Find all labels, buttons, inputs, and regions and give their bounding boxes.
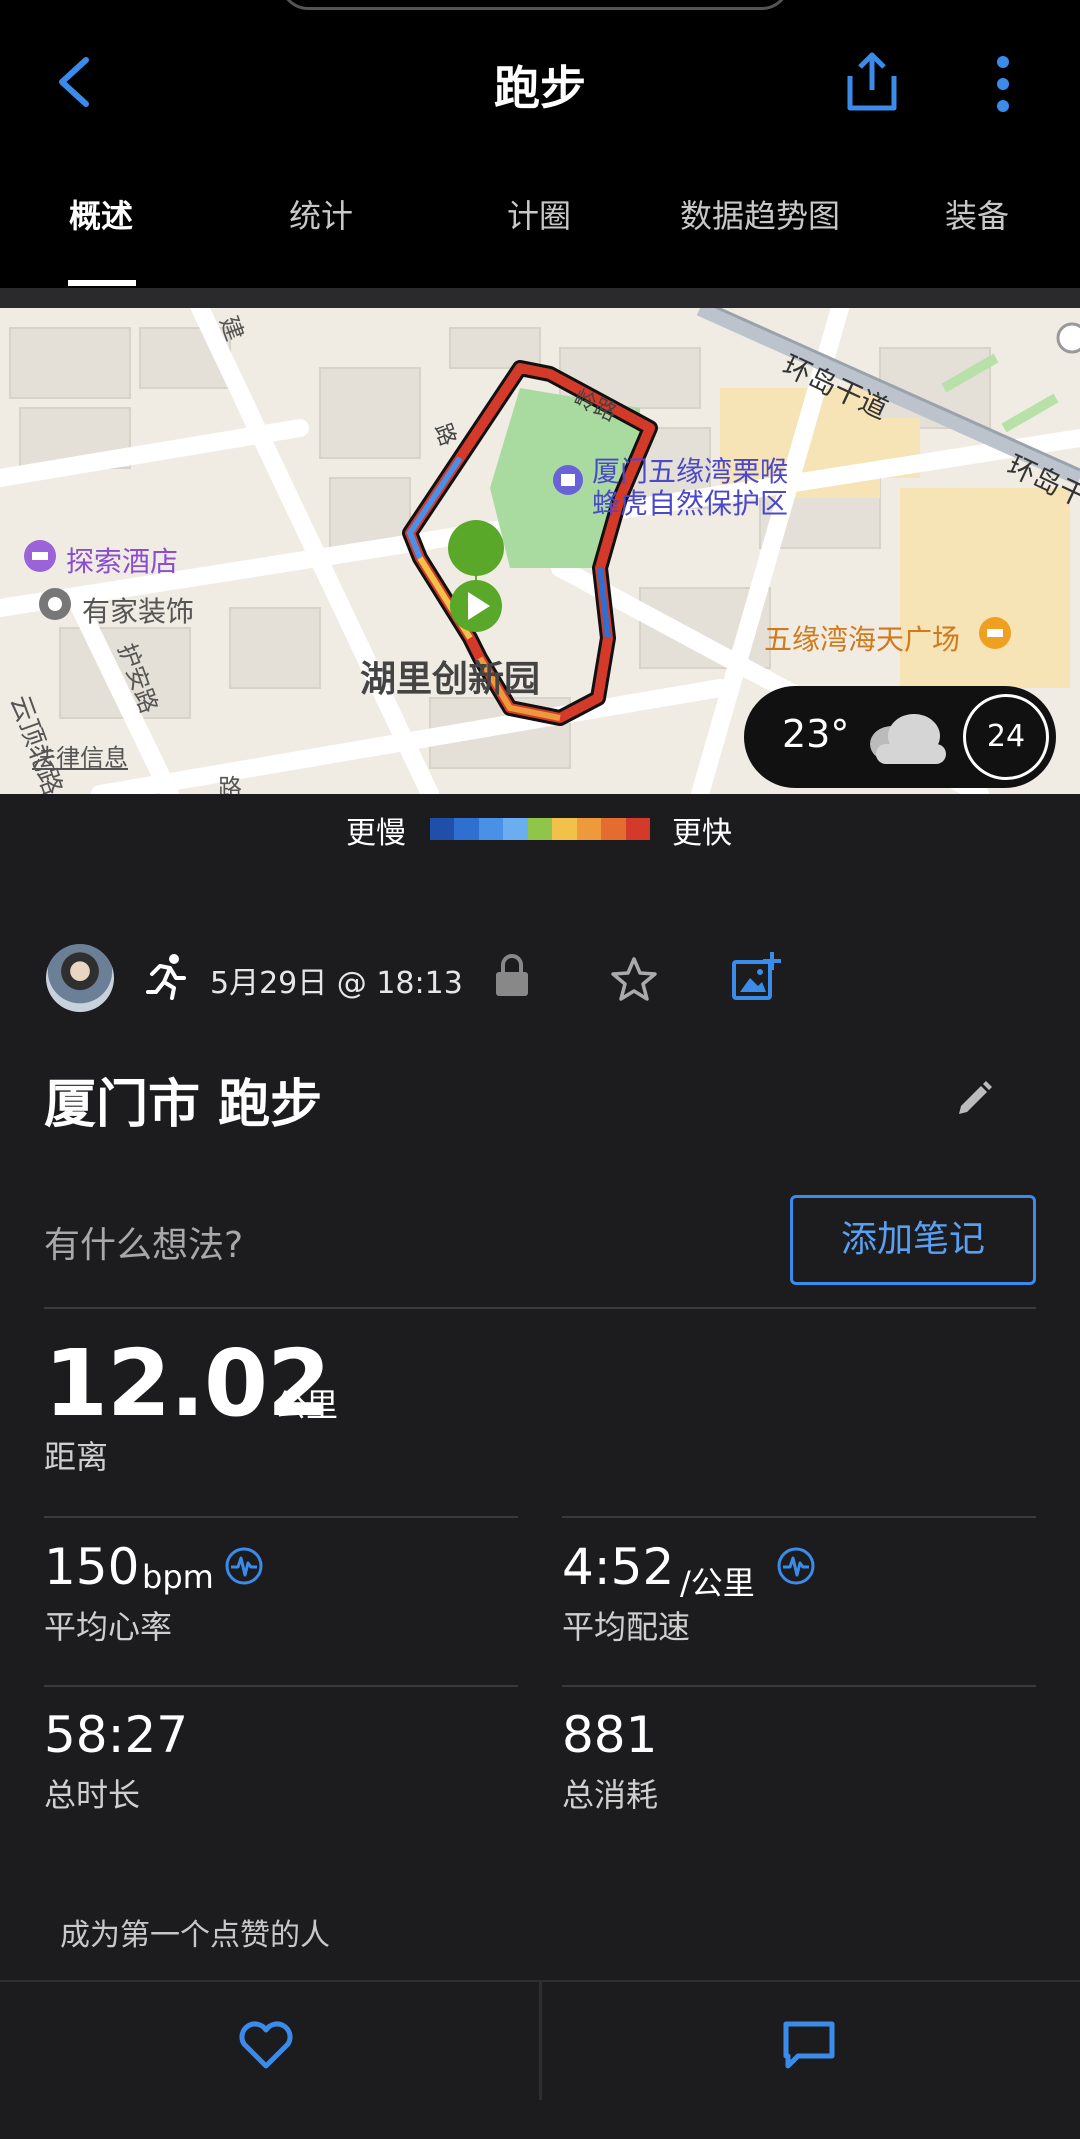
calories-label: 总消耗	[562, 1776, 659, 1814]
header-separator	[0, 288, 1080, 308]
tab-overview[interactable]: 概述	[40, 190, 162, 286]
map-legal-link[interactable]: 法律信息	[32, 738, 128, 773]
heart-icon[interactable]	[238, 2020, 294, 2070]
bottom-action-bar	[0, 1980, 1080, 2102]
heart-rate-value: 150	[44, 1538, 140, 1596]
edit-pencil-icon[interactable]	[955, 1078, 995, 1118]
divider	[562, 1516, 1036, 1518]
activity-title: 厦门市 跑步	[44, 1075, 323, 1135]
more-options-button[interactable]	[985, 52, 1021, 116]
map-label-park: 湖里创新园	[360, 659, 541, 700]
duration-value: 58:27	[44, 1706, 189, 1764]
tab-stats[interactable]: 统计	[260, 190, 382, 286]
lock-icon[interactable]	[494, 952, 530, 998]
running-icon	[146, 954, 186, 1000]
distance-label: 距离	[44, 1438, 109, 1476]
pace-color-swatch	[454, 818, 479, 840]
pace-color-swatch	[552, 818, 577, 840]
weather-duration-badge: 24	[963, 694, 1049, 780]
activity-date: 5月29日 @ 18:13	[210, 966, 463, 1001]
pace-legend: 更慢 更快	[0, 794, 1080, 864]
share-icon	[847, 52, 897, 111]
map-label-plaza: 五缘湾海天广场	[764, 623, 961, 656]
top-bar: 跑步 概述 统计 计圈 数据趋势图 装备	[0, 0, 1080, 290]
pace-color-swatch	[430, 818, 455, 840]
page-title: 跑步	[494, 61, 586, 115]
likes-text: 成为第一个点赞的人	[60, 1918, 330, 1953]
heart-rate-sensor-icon[interactable]	[224, 1546, 264, 1586]
pace-label: 平均配速	[562, 1608, 691, 1646]
route-map[interactable]: 环岛干道 环岛干 厦门五缘湾栗喉 蜂虎自然保护区 探索酒店 有家装饰 湖里创新园…	[0, 308, 1080, 794]
map-label-shop: 有家装饰	[82, 595, 195, 628]
weather-badge[interactable]: 23° 24	[744, 686, 1056, 788]
pace-color-swatch	[478, 818, 504, 840]
weather-temperature: 23°	[782, 712, 850, 756]
heart-rate-label: 平均心率	[44, 1608, 173, 1646]
share-button[interactable]	[842, 50, 902, 114]
divider	[44, 1685, 518, 1687]
pace-color-swatch	[625, 818, 650, 840]
map-label-road: 路	[218, 774, 242, 794]
add-photo-icon[interactable]	[730, 950, 782, 1002]
divider	[44, 1516, 518, 1518]
map-label-hotel: 探索酒店	[66, 545, 179, 578]
active-tab-indicator	[68, 280, 136, 286]
pace-color-swatch	[527, 818, 553, 840]
pace-color-swatch	[576, 818, 602, 840]
pace-unit: /公里	[680, 1564, 755, 1602]
pace-color-bar	[430, 818, 650, 840]
divider	[44, 1307, 1036, 1309]
bottom-divider	[539, 1982, 542, 2102]
note-prompt[interactable]: 有什么想法?	[44, 1216, 243, 1268]
avatar[interactable]	[46, 944, 114, 1012]
tab-trend-charts[interactable]: 数据趋势图	[660, 190, 860, 286]
map-label-reserve: 蜂虎自然保护区	[592, 487, 789, 520]
more-vertical-icon	[997, 56, 1009, 68]
pace-value: 4:52	[562, 1538, 675, 1596]
calories-value: 881	[562, 1706, 658, 1764]
add-note-button[interactable]: 添加笔记	[790, 1195, 1036, 1285]
distance-unit: 公里	[274, 1386, 339, 1424]
cloud-icon	[870, 714, 946, 764]
pace-color-swatch	[601, 818, 626, 840]
comment-icon[interactable]	[782, 2020, 836, 2070]
home-indicator-area	[0, 2100, 1080, 2139]
device-notch	[280, 0, 790, 10]
pace-fast-label: 更快	[672, 816, 732, 851]
pace-slow-label: 更慢	[346, 816, 406, 851]
tab-laps[interactable]: 计圈	[478, 190, 600, 286]
heart-rate-unit: bpm	[142, 1558, 214, 1596]
tab-gear[interactable]: 装备	[916, 190, 1038, 286]
tab-bar: 概述 统计 计圈 数据趋势图 装备	[0, 190, 1080, 286]
star-icon[interactable]	[610, 956, 658, 1002]
pace-sensor-icon[interactable]	[776, 1546, 816, 1586]
duration-label: 总时长	[44, 1776, 141, 1814]
divider	[562, 1685, 1036, 1687]
pace-color-swatch	[503, 818, 528, 840]
